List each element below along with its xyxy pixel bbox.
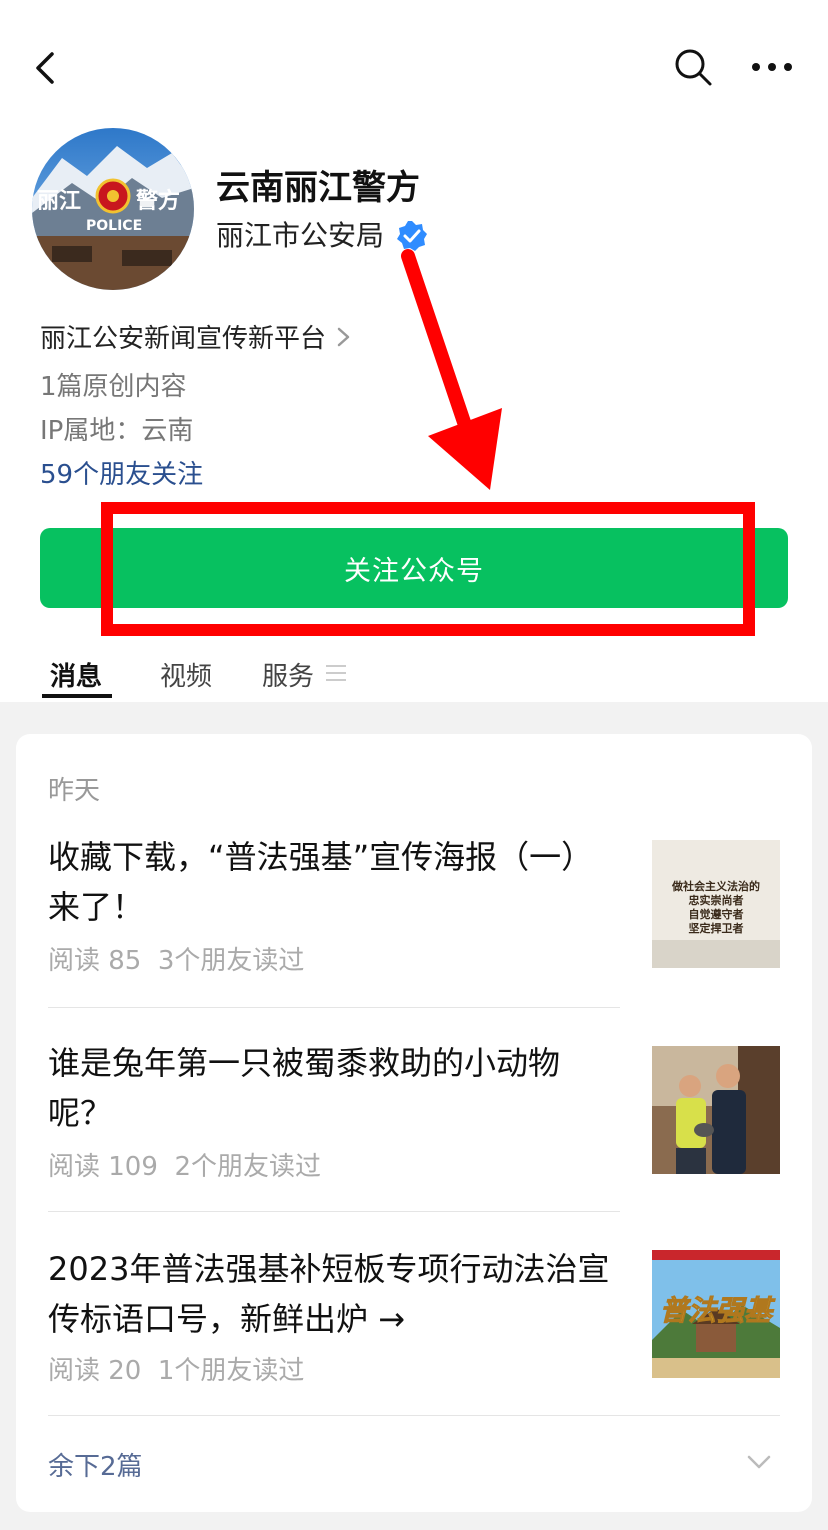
tab-active-indicator xyxy=(42,694,112,698)
article-thumbnail[interactable]: 做社会主义法治的 忠实崇尚者 自觉遵守者 坚定捍卫者 xyxy=(652,840,780,968)
article-thumbnail[interactable]: 普法强基 xyxy=(652,1250,780,1378)
organization-name[interactable]: 丽江市公安局 xyxy=(216,214,384,254)
tab-video[interactable]: 视频 xyxy=(160,656,212,693)
thumbnail-image: 普法强基 xyxy=(652,1250,780,1378)
tab-service[interactable]: 服务 xyxy=(262,656,314,693)
remaining-articles-link[interactable]: 余下2篇 xyxy=(48,1446,143,1483)
avatar-text-left: 丽江 xyxy=(37,189,81,214)
bio-text: 丽江公安新闻宣传新平台 xyxy=(40,324,327,354)
thumb-line-1: 做社会主义法治的 xyxy=(671,879,760,893)
thumbnail-image: 做社会主义法治的 忠实崇尚者 自觉遵守者 坚定捍卫者 xyxy=(652,840,780,968)
avatar-image: 丽江 警方 POLICE xyxy=(32,128,194,290)
thumbnail-photo xyxy=(652,1046,780,1174)
divider xyxy=(48,1211,620,1212)
friends-read: 1个朋友读过 xyxy=(157,1356,305,1386)
thumb-line-4: 坚定捍卫者 xyxy=(689,921,744,935)
divider xyxy=(48,1007,620,1008)
article-meta: 阅读 85 3个朋友读过 xyxy=(48,940,304,977)
article-title[interactable]: 谁是兔年第一只被蜀黍救助的小动物呢？ xyxy=(48,1038,618,1138)
search-icon[interactable] xyxy=(672,46,714,88)
tab-messages[interactable]: 消息 xyxy=(50,656,102,693)
thumb-line-2: 忠实崇尚者 xyxy=(689,893,744,907)
avatar-text-sub: POLICE xyxy=(86,218,142,234)
friends-follow-link[interactable]: 59个朋友关注 xyxy=(40,454,203,491)
back-icon[interactable] xyxy=(28,48,68,88)
chevron-right-icon xyxy=(337,327,350,346)
account-name: 云南丽江警方 xyxy=(216,168,420,208)
ip-location: IP属地：云南 xyxy=(40,416,194,446)
more-icon[interactable] xyxy=(750,54,794,80)
thumb-line-3: 自觉遵守者 xyxy=(689,907,744,921)
follow-button[interactable]: 关注公众号 xyxy=(40,528,788,608)
friends-read: 2个朋友读过 xyxy=(174,1152,321,1182)
date-label: 昨天 xyxy=(48,776,101,806)
friends-read: 3个朋友读过 xyxy=(157,946,305,976)
article-title[interactable]: 收藏下载，“普法强基”宣传海报（一）来了！ xyxy=(48,832,618,932)
article-meta: 阅读 109 2个朋友读过 xyxy=(48,1146,321,1183)
thumb-title: 普法强基 xyxy=(660,1294,776,1327)
original-count: 1篇原创内容 xyxy=(40,372,187,402)
article-thumbnail[interactable] xyxy=(652,1046,780,1174)
chevron-down-icon[interactable] xyxy=(746,1454,772,1470)
avatar[interactable]: 丽江 警方 POLICE xyxy=(32,128,194,290)
read-count: 阅读 20 xyxy=(48,1356,142,1386)
annotation-arrow-shaft xyxy=(401,249,477,447)
read-count: 阅读 85 xyxy=(48,946,142,976)
read-count: 阅读 109 xyxy=(48,1152,158,1182)
avatar-text-right: 警方 xyxy=(135,188,180,214)
annotation-arrow-head xyxy=(428,408,502,490)
divider xyxy=(48,1415,780,1416)
bio-link[interactable]: 丽江公安新闻宣传新平台 xyxy=(40,318,352,355)
verified-badge-icon xyxy=(397,221,427,251)
article-title[interactable]: 2023年普法强基补短板专项行动法治宣传标语口号，新鲜出炉 → xyxy=(48,1244,618,1344)
article-meta: 阅读 20 1个朋友读过 xyxy=(48,1350,304,1387)
menu-lines-icon xyxy=(326,665,346,681)
